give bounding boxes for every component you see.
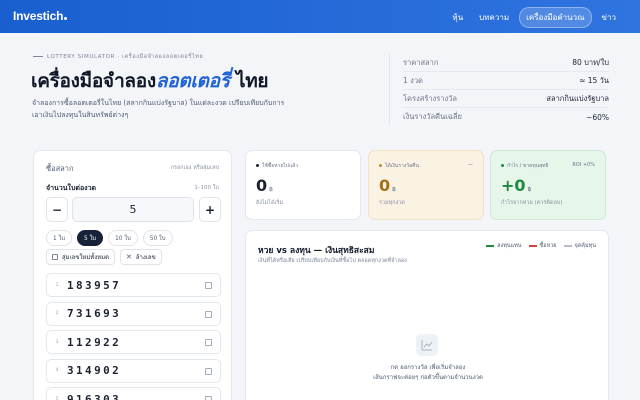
- decrement-button[interactable]: −: [46, 197, 68, 222]
- stat-label: ได้เงินรางวัลคืน: [379, 162, 419, 170]
- nav-item-calculators[interactable]: เครื่องมือคำนวณ: [519, 7, 592, 28]
- ticket-actions: สุ่มเลขใหม่ทั้งหมด ✕ ล้างเลข: [46, 249, 162, 265]
- clear-numbers-button[interactable]: ✕ ล้างเลข: [119, 249, 162, 265]
- logo-dot: [64, 17, 68, 20]
- preset-chip-10[interactable]: 10 ใบ: [108, 230, 138, 246]
- ticket-row: 2 731693: [46, 301, 221, 326]
- chart-legend: ลงทุนแทน ซื้อหวย จุดคุ้มทุน: [486, 242, 596, 250]
- ticket-row: 1 183957: [46, 273, 221, 297]
- dice-icon[interactable]: [205, 396, 212, 400]
- quantity-presets: 1 ใบ 5 ใบ 10 ใบ 50 ใบ: [46, 230, 173, 246]
- legend-swatch: [563, 245, 572, 247]
- legend-item-invest: ลงทุนแทน: [486, 242, 522, 250]
- roi-badge: ROI +0%: [572, 162, 595, 168]
- dice-icon[interactable]: [205, 310, 212, 318]
- ticket-index: 4: [55, 368, 59, 374]
- legend-item-lottery: ซื้อหวย: [528, 242, 557, 250]
- info-row-price: ราคาสลาก 80 บาท/ใบ: [403, 54, 609, 72]
- legend-item-breakeven: จุดคุ้มทุน: [563, 242, 596, 250]
- nav-item-articles[interactable]: บทความ: [473, 7, 515, 28]
- stat-label: กำไร / ขาดทุนสุทธิ: [501, 162, 548, 170]
- stat-subtext: กำไรจากหวย (ควรติดลบ): [501, 200, 563, 206]
- quantity-range: 1–100 ใบ: [194, 185, 219, 191]
- page-title: เครื่องมือจำลองลอตเตอรี่ ไทย: [31, 70, 269, 92]
- status-dot-icon: [256, 164, 259, 167]
- eyebrow-line: [33, 56, 43, 57]
- ticket-number-input[interactable]: 112922: [67, 336, 121, 349]
- chart-placeholder-icon: [416, 334, 438, 356]
- ticket-number-input[interactable]: 314902: [67, 364, 121, 377]
- increment-button[interactable]: +: [199, 197, 221, 222]
- checkbox-icon: [52, 254, 58, 260]
- stat-card-spent: ใช้ซื้อหวยไปแล้ว 0 ฿ ยังไม่ได้เริ่ม: [245, 150, 361, 220]
- chart-subtitle: เงินที่ได้หรือเสีย เปรียบเทียบกับเงินที่…: [258, 258, 407, 264]
- nav-item-news[interactable]: ข่าว: [596, 7, 622, 28]
- ticket-index: 3: [55, 339, 59, 345]
- ticket-index: 2: [55, 311, 59, 317]
- stat-card-winnings: ได้เงินรางวัลคืน — 0 ฿ รวมทุกงวด: [368, 150, 484, 220]
- chart-empty-message: กด ออกรางวัล เพื่อเริ่มจำลอง: [390, 364, 466, 371]
- stat-value: 0 ฿: [256, 176, 273, 195]
- dice-icon[interactable]: [205, 282, 212, 289]
- ticket-panel: ซื้อสลาก กรอกเอง หรือสุ่มเลข จำนวนใบต่อง…: [33, 150, 232, 400]
- info-row-prize-structure: โครงสร้างรางวัล สลากกินแบ่งรัฐบาล: [403, 90, 609, 108]
- stat-label: ใช้ซื้อหวยไปแล้ว: [256, 162, 298, 170]
- info-row-avg-return: เงินรางวัลคืนเฉลี่ย ~60%: [403, 112, 609, 122]
- comparison-chart-panel: หวย vs ลงทุน — เงินสุทธิสะสม เงินที่ได้ห…: [245, 230, 609, 400]
- preset-chip-50[interactable]: 50 ใบ: [142, 230, 173, 246]
- stat-badge: —: [468, 162, 473, 168]
- legend-swatch: [486, 245, 495, 247]
- stat-value: 0 ฿: [379, 176, 396, 195]
- stat-subtext: ยังไม่ได้เริ่ม: [256, 200, 284, 206]
- stat-card-net-profit: กำไร / ขาดทุนสุทธิ ROI +0% +0 ฿ กำไรจากหว…: [490, 150, 606, 220]
- ticket-number-input[interactable]: 731693: [67, 307, 121, 320]
- hero-description: จำลองการซื้อลอตเตอรี่ในไทย (สลากกินแบ่งร…: [32, 99, 285, 119]
- preset-chip-5[interactable]: 5 ใบ: [77, 230, 104, 246]
- nav-item-stocks[interactable]: หุ้น: [446, 7, 469, 28]
- status-dot-icon: [501, 164, 504, 167]
- title-accent: ลอตเตอรี่: [155, 70, 230, 92]
- ticket-index: 1: [55, 282, 59, 288]
- ticket-row: 3 112922: [46, 330, 221, 355]
- close-icon: ✕: [125, 253, 132, 261]
- legend-swatch: [528, 245, 537, 247]
- ticket-number-input[interactable]: 916303: [67, 393, 121, 400]
- preset-chip-1[interactable]: 1 ใบ: [46, 230, 73, 246]
- site-logo[interactable]: Investich: [13, 9, 68, 23]
- ticket-row: 5 916303: [46, 387, 221, 400]
- ticket-number-input[interactable]: 183957: [67, 279, 121, 292]
- ticket-row: 4 314902: [46, 358, 221, 383]
- ticket-list: 1 183957 2 731693 3 112922 4 314902 5 916303: [46, 273, 221, 400]
- random-all-button[interactable]: สุ่มเลขใหม่ทั้งหมด: [46, 249, 115, 265]
- ticket-panel-hint: กรอกเอง หรือสุ่มเลข: [170, 165, 219, 171]
- quantity-label: จำนวนใบต่องวด: [46, 184, 97, 192]
- ticket-panel-heading: ซื้อสลาก: [46, 164, 74, 173]
- dice-icon[interactable]: [205, 339, 212, 347]
- hero-eyebrow: LOTTERY SIMULATOR · เครื่องมือจำลองลอตเต…: [33, 53, 203, 61]
- info-row-period: 1 งวด ≈ 15 วัน: [403, 72, 609, 90]
- lottery-info-table: ราคาสลาก 80 บาท/ใบ 1 งวด ≈ 15 วัน โครงสร้า…: [389, 54, 609, 126]
- stat-value: +0 ฿: [501, 176, 532, 195]
- dice-icon[interactable]: [205, 367, 212, 375]
- chart-title: หวย vs ลงทุน — เงินสุทธิสะสม: [258, 246, 375, 256]
- quantity-input[interactable]: 5: [72, 197, 194, 222]
- top-navbar: Investich หุ้น บทความ เครื่องมือคำนวณ ข่…: [0, 0, 640, 33]
- chart-empty-hint: เส้นกราฟจะค่อยๆ ก่อตัวขึ้นตามจำนวนงวด: [373, 374, 483, 381]
- main-nav: หุ้น บทความ เครื่องมือคำนวณ ข่าว: [442, 7, 622, 28]
- stat-subtext: รวมทุกงวด: [379, 200, 405, 206]
- status-dot-icon: [379, 164, 382, 167]
